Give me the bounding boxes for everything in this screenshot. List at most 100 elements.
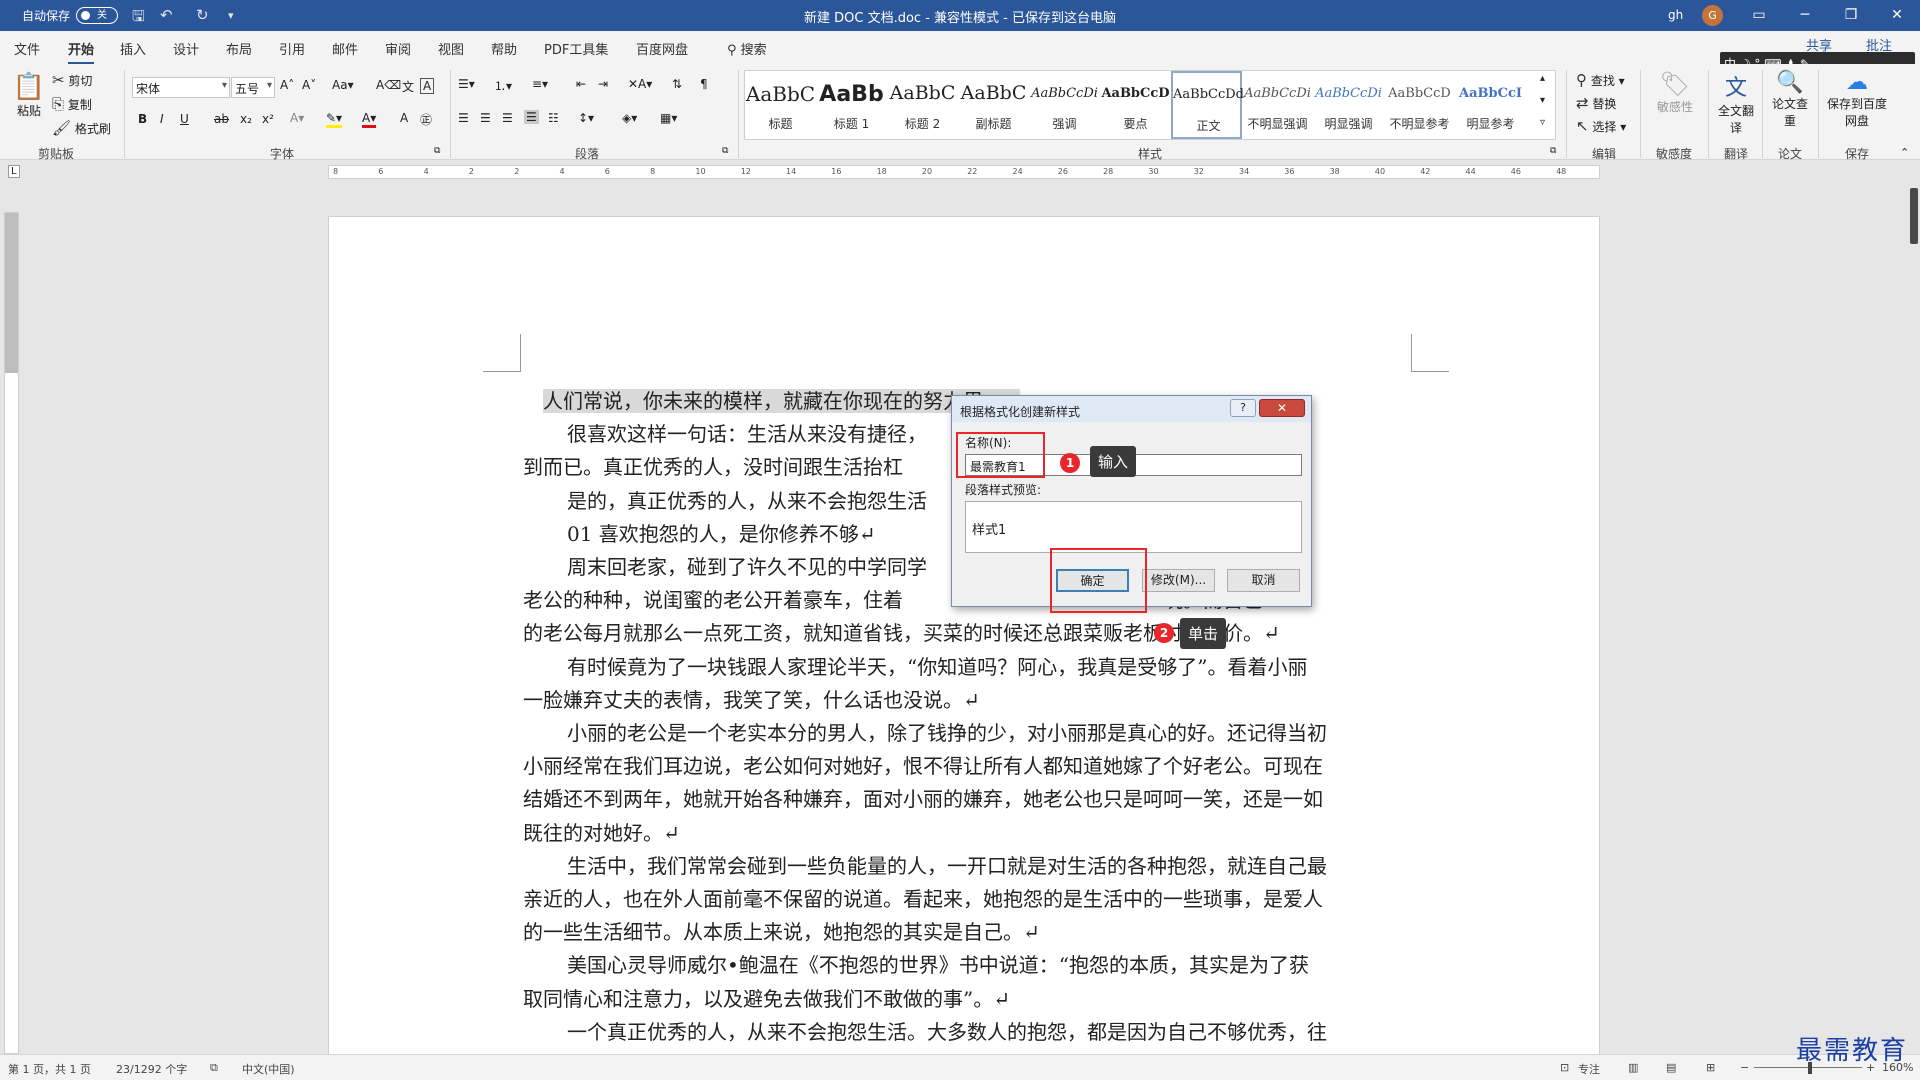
save-to-baidu-button[interactable]: ☁ 保存到百度网盘 xyxy=(1826,70,1888,129)
underline-button[interactable]: U xyxy=(180,112,189,126)
font-size-combo[interactable]: 五号 xyxy=(231,77,275,98)
tab-insert[interactable]: 插入 xyxy=(120,39,146,58)
shading-icon[interactable]: ◈▾ xyxy=(622,111,637,125)
style-subtle-reference[interactable]: AaBbCcD 不明显参考 xyxy=(1384,71,1455,139)
style-heading-1[interactable]: AaBb 标题 1 xyxy=(816,71,887,139)
style-subtitle[interactable]: AaBbC 副标题 xyxy=(958,71,1029,139)
numbering-icon[interactable]: ⒈▾ xyxy=(494,77,512,94)
document-line[interactable]: 一脸嫌弃丈夫的表情，我笑了笑，什么话也没说。↵ xyxy=(523,684,1413,717)
vertical-ruler[interactable] xyxy=(4,212,19,1054)
subscript-button[interactable]: x₂ xyxy=(240,112,252,126)
read-mode-icon[interactable]: ▥ xyxy=(1628,1061,1638,1074)
print-layout-icon[interactable]: ▤ xyxy=(1666,1061,1676,1074)
document-line[interactable]: 的老公每月就那么一点死工资，就知道省钱，买菜的时候还总跟菜贩老板讨价还价。↵ xyxy=(523,617,1413,650)
sort-icon[interactable]: ⇅ xyxy=(672,77,682,91)
tab-help[interactable]: 帮助 xyxy=(491,39,517,58)
find-button[interactable]: ⚲ 查找 ▾ xyxy=(1576,71,1625,89)
tell-me-search[interactable]: ⚲ 搜索 xyxy=(727,39,767,58)
document-line[interactable]: 的一些生活细节。从本质上来说，她抱怨的其实是自己。↵ xyxy=(523,916,1413,949)
vertical-scrollbar[interactable] xyxy=(1905,184,1920,1054)
tab-review[interactable]: 审阅 xyxy=(385,39,411,58)
enclose-char-icon[interactable]: ㊣ xyxy=(420,111,432,128)
ruler-scale[interactable]: 8 6 4 2 2 4 6 8 10 12 14 16 18 20 22 24 26 28 30 32 34 36 38 40… xyxy=(328,165,1600,179)
strikethrough-button[interactable]: ab xyxy=(214,112,229,126)
scrollbar-thumb[interactable] xyxy=(1910,188,1918,244)
styles-dialog-launcher-icon[interactable]: ⧉ xyxy=(1550,146,1556,156)
document-line[interactable]: 小丽经常在我们耳边说，老公如何对她好，恨不得让所有人都知道她嫁了个好老公。可现在 xyxy=(523,750,1413,783)
web-layout-icon[interactable]: ⊞ xyxy=(1706,1061,1715,1074)
tab-design[interactable]: 设计 xyxy=(173,39,199,58)
zoom-out-button[interactable]: − xyxy=(1740,1061,1749,1074)
gallery-down-icon[interactable]: ▾ xyxy=(1540,95,1545,106)
document-line[interactable]: 美国心灵导师威尔•鲍温在《不抱怨的世界》书中说道：“抱怨的本质，其实是为了获 xyxy=(523,949,1413,982)
cancel-button[interactable]: 取消 xyxy=(1227,569,1300,592)
char-border-icon[interactable]: A xyxy=(420,78,435,94)
replace-button[interactable]: ⇄ 替换 xyxy=(1576,94,1616,112)
highlight-icon[interactable]: ✎▾ xyxy=(326,111,343,128)
format-painter-button[interactable]: 🖌 格式刷 xyxy=(52,119,111,137)
gallery-more-icon[interactable]: ▿ xyxy=(1540,117,1545,128)
distributed-icon[interactable]: ☷ xyxy=(548,111,559,125)
tab-view[interactable]: 视图 xyxy=(438,39,464,58)
bold-button[interactable]: B xyxy=(138,112,147,126)
paste-button[interactable]: 📋 粘贴 xyxy=(12,72,46,119)
clear-format-icon[interactable]: A⌫ xyxy=(376,78,401,92)
phonetic-guide-icon[interactable]: 文 xyxy=(402,78,414,95)
sensitivity-button[interactable]: 🏷 敏感性 xyxy=(1648,70,1702,115)
focus-icon[interactable]: ⊡ xyxy=(1560,1061,1569,1074)
document-line[interactable]: 亲近的人，也在外人面前毫不保留的说道。看起来，她抱怨的是生活中的一些琐事，是爱人 xyxy=(523,883,1413,916)
document-line[interactable]: 生活中，我们常常会碰到一些负能量的人，一开口就是对生活的各种抱怨，就连自己最 xyxy=(523,850,1413,883)
shrink-font-icon[interactable]: A˅ xyxy=(302,78,316,92)
cut-button[interactable]: ✂ 剪切 xyxy=(52,71,92,89)
italic-button[interactable]: I xyxy=(160,112,164,126)
align-right-icon[interactable]: ☰ xyxy=(502,111,513,125)
bullets-icon[interactable]: ☰▾ xyxy=(458,77,475,91)
tab-selector-icon[interactable]: L xyxy=(8,165,20,178)
document-line[interactable]: 有时候竟为了一块钱跟人家理论半天，“你知道吗？阿心，我真是受够了”。看着小丽 xyxy=(523,651,1413,684)
char-shading-icon[interactable]: A xyxy=(400,111,408,125)
decrease-indent-icon[interactable]: ⇤ xyxy=(576,77,586,91)
chinese-layout-icon[interactable]: ✕A▾ xyxy=(628,77,652,91)
borders-icon[interactable]: ▦▾ xyxy=(660,111,677,125)
word-count[interactable]: 23/1292 个字 xyxy=(116,1061,187,1077)
font-name-combo[interactable]: 宋体 xyxy=(132,77,230,98)
document-line[interactable]: 小丽的老公是一个老实本分的男人，除了钱挣的少，对小丽那是真心的好。还记得当初 xyxy=(523,717,1413,750)
font-color-icon[interactable]: A▾ xyxy=(362,111,377,128)
tab-references[interactable]: 引用 xyxy=(279,39,305,58)
show-marks-icon[interactable]: ¶ xyxy=(700,77,708,91)
style-normal[interactable]: AaBbCcDd 正文 xyxy=(1171,71,1244,139)
multilevel-list-icon[interactable]: ≡▾ xyxy=(532,77,548,91)
paragraph-dialog-launcher-icon[interactable]: ⧉ xyxy=(722,146,728,156)
justify-icon[interactable]: ☰ xyxy=(524,110,539,124)
page-count[interactable]: 第 1 页，共 1 页 xyxy=(8,1061,91,1077)
style-emphasis[interactable]: AaBbCcDi 强调 xyxy=(1029,71,1100,139)
superscript-button[interactable]: x² xyxy=(262,112,274,126)
document-line[interactable]: 一个真正优秀的人，从来不会抱怨生活。大多数人的抱怨，都是因为自己不够优秀，往 xyxy=(523,1016,1413,1049)
minimize-icon[interactable]: ─ xyxy=(1782,0,1828,31)
style-heading-2[interactable]: AaBbC 标题 2 xyxy=(887,71,958,139)
align-left-icon[interactable]: ☰ xyxy=(458,111,469,125)
grow-font-icon[interactable]: A˄ xyxy=(280,78,294,92)
align-center-icon[interactable]: ☰ xyxy=(480,111,491,125)
close-icon[interactable]: ✕ xyxy=(1874,0,1920,31)
ribbon-display-icon[interactable]: ▭ xyxy=(1736,0,1782,31)
modify-button[interactable]: 修改(M)... xyxy=(1142,569,1215,592)
tab-baidu-netdisk[interactable]: 百度网盘 xyxy=(636,39,688,58)
language-indicator[interactable]: 中文(中国) xyxy=(242,1061,295,1077)
tab-home[interactable]: 开始 xyxy=(68,39,95,65)
gallery-up-icon[interactable]: ▴ xyxy=(1540,73,1545,84)
select-button[interactable]: ↖ 选择 ▾ xyxy=(1576,117,1626,135)
paper-check-button[interactable]: 🔍 论文查重 xyxy=(1768,70,1812,129)
tab-pdf-tools[interactable]: PDF工具集 xyxy=(544,39,608,58)
focus-mode[interactable]: 专注 xyxy=(1578,1061,1600,1077)
style-strong[interactable]: AaBbCcD 要点 xyxy=(1100,71,1171,139)
avatar[interactable]: G xyxy=(1702,5,1723,26)
tab-layout[interactable]: 布局 xyxy=(226,39,252,58)
text-effects-icon[interactable]: A▾ xyxy=(290,111,304,125)
style-title[interactable]: AaBbC 标题 xyxy=(745,71,816,139)
line-spacing-icon[interactable]: ↕▾ xyxy=(578,111,594,125)
document-line[interactable]: 结婚还不到两年，她就开始各种嫌弃，面对小丽的嫌弃，她老公也只是呵呵一笑，还是一如 xyxy=(523,783,1413,816)
restore-icon[interactable]: ❐ xyxy=(1828,0,1874,31)
style-intense-reference[interactable]: AaBbCcI 明显参考 xyxy=(1455,71,1526,139)
copy-button[interactable]: ⎘ 复制 xyxy=(52,95,92,113)
